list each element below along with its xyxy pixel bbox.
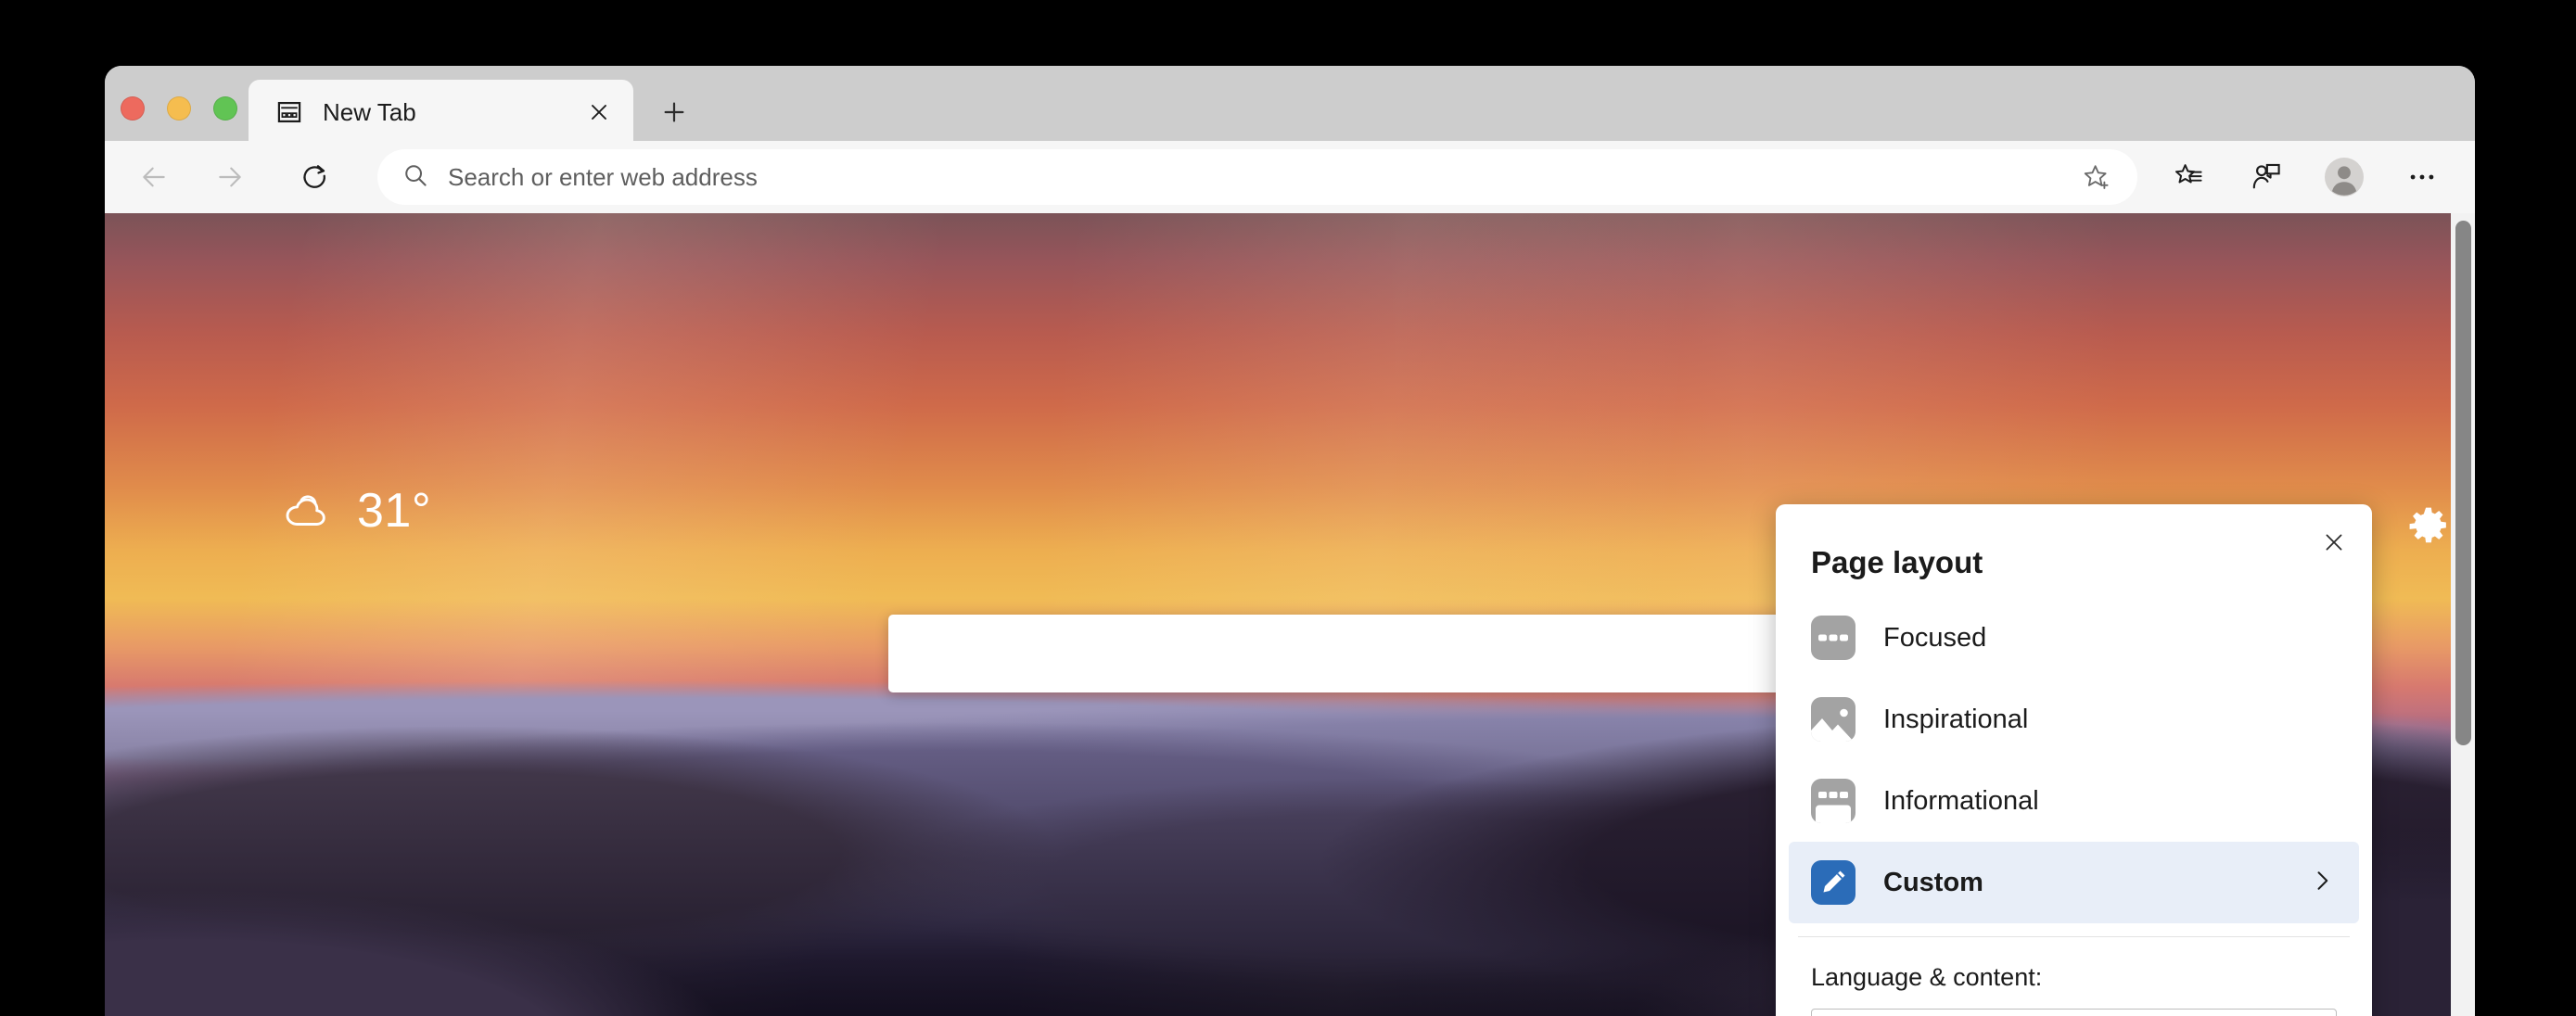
browser-window: New Tab Search or enter web address 31° … bbox=[105, 66, 2475, 1016]
plus-icon bbox=[664, 102, 684, 122]
window-maximize-button[interactable] bbox=[213, 96, 237, 121]
language-label: Language & content: bbox=[1811, 962, 2043, 991]
weather-temperature: 31° bbox=[357, 484, 432, 538]
window-close-button[interactable] bbox=[121, 96, 145, 121]
page-layout-panel: Page layout Focused Inspirational Inform… bbox=[1776, 504, 2372, 1016]
window-controls bbox=[121, 96, 237, 121]
layout-option-label: Informational bbox=[1883, 785, 2039, 816]
focused-layout-icon bbox=[1809, 614, 1857, 662]
browser-toolbar: Search or enter web address bbox=[105, 141, 2475, 213]
page-search-input[interactable] bbox=[888, 615, 1790, 692]
new-tab-page-icon bbox=[276, 99, 302, 125]
favorites-list-icon bbox=[2174, 164, 2202, 184]
address-input[interactable]: Search or enter web address bbox=[448, 163, 2071, 192]
page-scrollbar[interactable] bbox=[2451, 213, 2475, 1016]
layout-option-label: Custom bbox=[1883, 867, 1983, 897]
address-bar[interactable]: Search or enter web address bbox=[377, 149, 2137, 205]
back-button[interactable] bbox=[127, 150, 181, 204]
weather-widget[interactable]: 31° bbox=[281, 487, 431, 535]
layout-option-inspirational[interactable]: Inspirational bbox=[1789, 679, 2359, 760]
search-icon bbox=[402, 161, 429, 194]
window-minimize-button[interactable] bbox=[167, 96, 191, 121]
profile-avatar-icon bbox=[2325, 158, 2364, 197]
forward-button[interactable] bbox=[203, 150, 257, 204]
arrow-left-icon bbox=[143, 167, 165, 187]
reload-icon bbox=[303, 165, 325, 188]
layout-option-custom[interactable]: Custom bbox=[1789, 842, 2359, 923]
scrollbar-thumb[interactable] bbox=[2455, 221, 2471, 745]
close-icon[interactable] bbox=[2313, 521, 2355, 564]
reload-button[interactable] bbox=[288, 150, 342, 204]
tab-strip: New Tab bbox=[105, 66, 2475, 145]
ellipsis-icon bbox=[2410, 174, 2434, 180]
layout-option-list: Focused Inspirational Informational Cust… bbox=[1776, 597, 2372, 923]
collections-icon bbox=[2252, 163, 2280, 189]
favorites-button[interactable] bbox=[2162, 150, 2215, 204]
layout-option-informational[interactable]: Informational bbox=[1789, 760, 2359, 842]
profile-button[interactable] bbox=[2317, 150, 2371, 204]
inspirational-layout-icon bbox=[1809, 695, 1857, 743]
page-search-box[interactable] bbox=[888, 615, 1869, 692]
collections-button[interactable] bbox=[2239, 150, 2293, 204]
arrow-right-icon bbox=[219, 167, 241, 187]
custom-layout-icon bbox=[1809, 858, 1857, 907]
page-title: Page layout bbox=[1811, 545, 1983, 579]
informational-layout-icon bbox=[1809, 777, 1857, 825]
cloudy-icon bbox=[281, 489, 333, 534]
more-settings-button[interactable] bbox=[2395, 150, 2449, 204]
chevron-right-icon bbox=[2309, 868, 2335, 898]
language-section: Language & content: United States (Engli… bbox=[1776, 937, 2372, 1016]
layout-option-label: Focused bbox=[1883, 622, 1987, 653]
language-select[interactable]: United States (English) bbox=[1811, 1008, 2337, 1016]
page-settings-gear-button[interactable] bbox=[2404, 502, 2453, 551]
browser-tab[interactable]: New Tab bbox=[249, 80, 633, 145]
layout-option-label: Inspirational bbox=[1883, 704, 2029, 734]
gear-icon bbox=[2409, 507, 2446, 543]
new-tab-button[interactable] bbox=[652, 90, 696, 134]
foreground-hill-left bbox=[105, 794, 772, 1016]
new-tab-page: 31° Page layout Focused Inspirational In… bbox=[105, 213, 2475, 1016]
layout-option-focused[interactable]: Focused bbox=[1789, 597, 2359, 679]
tab-title: New Tab bbox=[323, 97, 416, 126]
close-icon[interactable] bbox=[578, 91, 620, 133]
star-plus-icon[interactable] bbox=[2071, 151, 2123, 203]
